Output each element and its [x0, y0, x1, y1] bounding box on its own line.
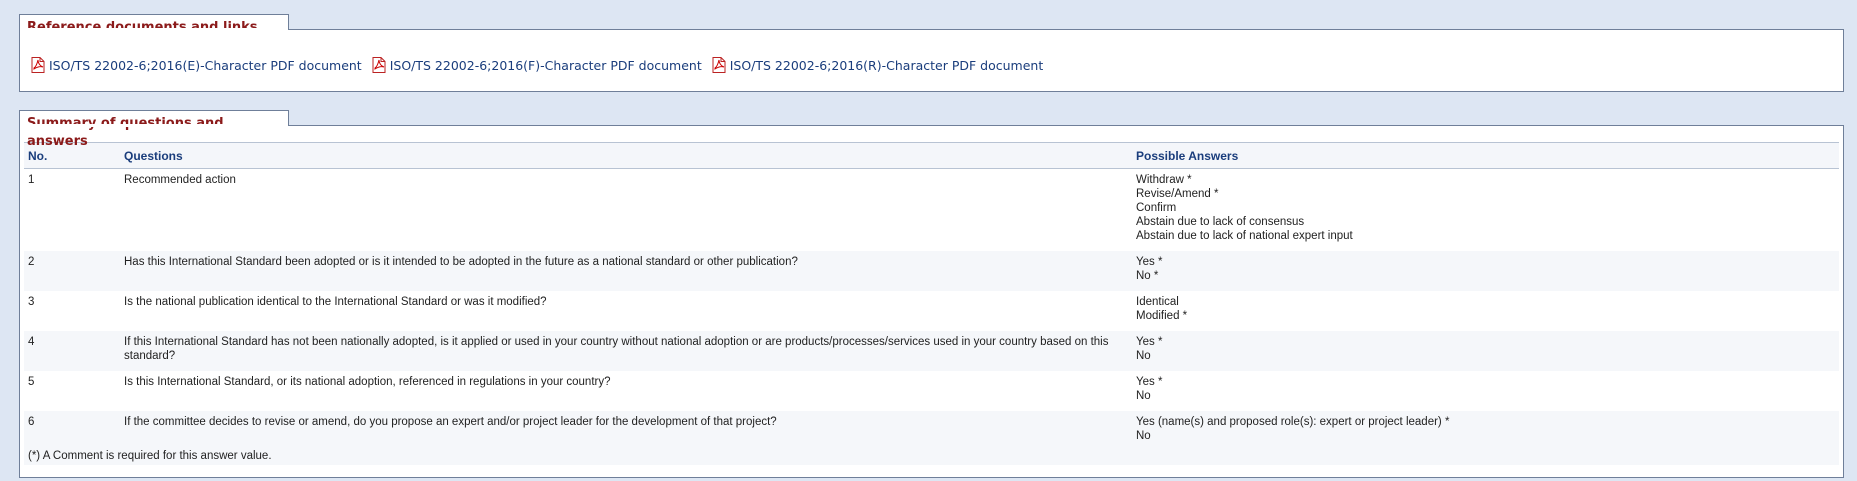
document-links: ISO/TS 22002-6;2016(E)-Character PDF doc…: [31, 57, 1043, 73]
answer-option: Confirm: [1136, 202, 1177, 214]
document-link-label[interactable]: ISO/TS 22002-6;2016(E)-Character PDF doc…: [49, 58, 362, 73]
answer-option: Abstain due to lack of national expert i…: [1136, 230, 1353, 242]
row-number: 4: [24, 330, 120, 371]
answer-option: Identical: [1136, 295, 1179, 308]
possible-answers: Yes * No *: [1132, 250, 1839, 291]
answer-option: No: [1136, 389, 1151, 402]
answer-option: Revise/Amend *: [1136, 188, 1219, 200]
answer-option: No *: [1136, 269, 1159, 282]
table-row: 3 Is the national publication identical …: [24, 290, 1839, 331]
reference-documents-panel: ISO/TS 22002-6;2016(E)-Character PDF doc…: [19, 29, 1844, 92]
answer-option: No: [1136, 349, 1151, 362]
table-row: 4 If this International Standard has not…: [24, 330, 1839, 371]
question-text: Is the national publication identical to…: [120, 290, 1132, 331]
table-row: 6 If the committee decides to revise or …: [24, 410, 1839, 445]
pdf-icon: [31, 57, 45, 73]
row-number: 1: [24, 168, 120, 251]
document-link-label[interactable]: ISO/TS 22002-6;2016(F)-Character PDF doc…: [390, 58, 702, 73]
answer-option: Yes *: [1136, 335, 1163, 348]
possible-answers: Identical Modified *: [1132, 290, 1839, 331]
document-link-r[interactable]: ISO/TS 22002-6;2016(R)-Character PDF doc…: [712, 57, 1044, 73]
footnote-row: (*) A Comment is required for this answe…: [24, 444, 1839, 465]
table-header-row: No. Questions Possible Answers: [24, 142, 1839, 169]
question-text: Has this International Standard been ado…: [120, 250, 1132, 291]
summary-panel: No. Questions Possible Answers 1 Recomme…: [19, 125, 1844, 478]
table-row: 1 Recommended action Withdraw * Revise/A…: [24, 168, 1839, 251]
row-number: 5: [24, 370, 120, 411]
document-link-e[interactable]: ISO/TS 22002-6;2016(E)-Character PDF doc…: [31, 57, 362, 73]
answer-option: Modified *: [1136, 309, 1188, 322]
row-number: 3: [24, 290, 120, 331]
document-link-f[interactable]: ISO/TS 22002-6;2016(F)-Character PDF doc…: [372, 57, 702, 73]
possible-answers: Yes (name(s) and proposed role(s): exper…: [1132, 410, 1839, 445]
answer-option: Withdraw *: [1136, 174, 1192, 186]
answer-option: Yes (name(s) and proposed role(s): exper…: [1136, 415, 1450, 428]
questions-table: No. Questions Possible Answers 1 Recomme…: [24, 142, 1839, 465]
answer-option: Abstain due to lack of consensus: [1136, 216, 1305, 228]
comment-required-footnote: (*) A Comment is required for this answe…: [24, 444, 1839, 465]
row-number: 2: [24, 250, 120, 291]
question-text: Is this International Standard, or its n…: [120, 370, 1132, 411]
table-row: 2 Has this International Standard been a…: [24, 250, 1839, 291]
possible-answers: Yes * No: [1132, 330, 1839, 371]
pdf-icon: [372, 57, 386, 73]
possible-answers: Yes * No: [1132, 370, 1839, 411]
answer-option: Yes *: [1136, 375, 1163, 388]
question-text: Recommended action: [120, 168, 1132, 251]
possible-answers: Withdraw * Revise/Amend * Confirm Abstai…: [1132, 168, 1839, 251]
table-row: 5 Is this International Standard, or its…: [24, 370, 1839, 411]
answer-option: Yes *: [1136, 255, 1163, 268]
column-header-questions: Questions: [120, 142, 1132, 169]
answer-option: No: [1136, 429, 1151, 442]
pdf-icon: [712, 57, 726, 73]
column-header-answers: Possible Answers: [1132, 142, 1839, 169]
question-text: If the committee decides to revise or am…: [120, 410, 1132, 445]
question-text: If this International Standard has not b…: [120, 330, 1132, 371]
row-number: 6: [24, 410, 120, 445]
document-link-label[interactable]: ISO/TS 22002-6;2016(R)-Character PDF doc…: [730, 58, 1044, 73]
